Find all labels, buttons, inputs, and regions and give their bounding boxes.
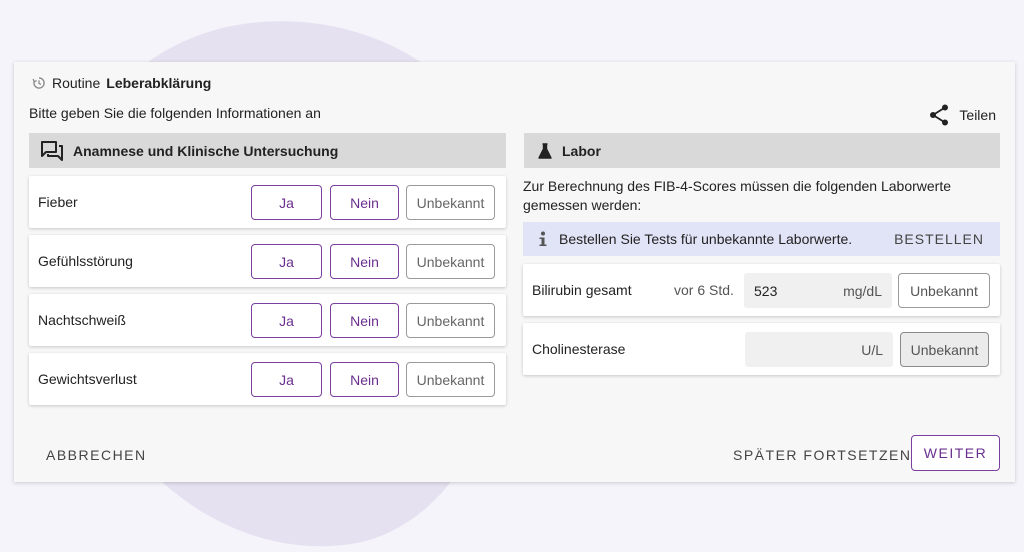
share-button[interactable]: Teilen (929, 104, 996, 126)
labor-section-header: Labor (524, 133, 1000, 168)
cholinesterase-input[interactable]: U/L (745, 332, 893, 367)
lab-unit: U/L (861, 341, 883, 358)
cancel-button[interactable]: ABBRECHEN (46, 447, 147, 463)
yes-button[interactable]: Ja (251, 303, 322, 338)
order-button[interactable]: BESTELLEN (894, 231, 984, 247)
lab-row-bilirubin: Bilirubin gesamt vor 6 Std. 523 mg/dL Un… (523, 264, 1000, 316)
question-label: Gefühlsstörung (38, 253, 133, 269)
yes-button[interactable]: Ja (251, 185, 322, 220)
next-button[interactable]: WEITER (911, 435, 1000, 471)
anamnese-section-header: Anamnese und Klinische Untersuchung (29, 133, 506, 168)
no-button[interactable]: Nein (330, 303, 399, 338)
lab-row-cholinesterase: Cholinesterase U/L Unbekannt (523, 323, 1000, 375)
lab-name: Bilirubin gesamt (532, 282, 632, 298)
unknown-button[interactable]: Unbekannt (406, 362, 495, 397)
assessment-card: Routine Leberabklärung Bitte geben Sie d… (14, 62, 1015, 482)
share-icon (930, 104, 949, 126)
lab-unit: mg/dL (843, 282, 882, 299)
page-title: Routine Leberabklärung (32, 75, 211, 91)
info-text: Bestellen Sie Tests für unbekannte Labor… (559, 231, 853, 247)
question-label: Nachtschweiß (38, 312, 126, 328)
no-button[interactable]: Nein (330, 185, 399, 220)
labor-intro: Zur Berechnung des FIB-4-Scores müssen d… (523, 178, 952, 213)
question-label: Fieber (38, 194, 78, 210)
unknown-button[interactable]: Unbekannt (406, 244, 495, 279)
question-row-gewichtsverlust: Gewichtsverlust Ja Nein Unbekannt (29, 353, 506, 405)
unknown-button[interactable]: Unbekannt (900, 332, 989, 367)
info-banner: Bestellen Sie Tests für unbekannte Labor… (523, 222, 1000, 256)
title-prefix: Routine (52, 75, 101, 91)
question-row-gefuehlsstoerung: Gefühlsstörung Ja Nein Unbekannt (29, 235, 506, 287)
lab-name: Cholinesterase (532, 341, 626, 357)
lab-time: vor 6 Std. (674, 282, 734, 298)
subtitle: Bitte geben Sie die folgenden Informatio… (29, 105, 321, 121)
unknown-button[interactable]: Unbekannt (406, 185, 495, 220)
chat-icon (41, 140, 63, 161)
labor-heading: Labor (562, 142, 601, 159)
continue-later-button[interactable]: SPÄTER FORTSETZEN (733, 447, 911, 463)
no-button[interactable]: Nein (330, 244, 399, 279)
info-icon (539, 231, 547, 246)
yes-button[interactable]: Ja (251, 244, 322, 279)
flask-icon (538, 142, 552, 159)
unknown-button[interactable]: Unbekannt (406, 303, 495, 338)
unknown-button[interactable]: Unbekannt (898, 273, 990, 308)
history-icon (32, 77, 45, 89)
anamnese-heading: Anamnese und Klinische Untersuchung (73, 142, 339, 159)
question-row-nachtschweiss: Nachtschweiß Ja Nein Unbekannt (29, 294, 506, 346)
share-label: Teilen (959, 107, 996, 123)
bilirubin-input[interactable]: 523 mg/dL (744, 273, 892, 308)
no-button[interactable]: Nein (330, 362, 399, 397)
lab-value: 523 (754, 282, 778, 299)
yes-button[interactable]: Ja (251, 362, 322, 397)
question-label: Gewichtsverlust (38, 371, 137, 387)
title-bold: Leberabklärung (106, 75, 212, 91)
question-row-fieber: Fieber Ja Nein Unbekannt (29, 176, 506, 228)
